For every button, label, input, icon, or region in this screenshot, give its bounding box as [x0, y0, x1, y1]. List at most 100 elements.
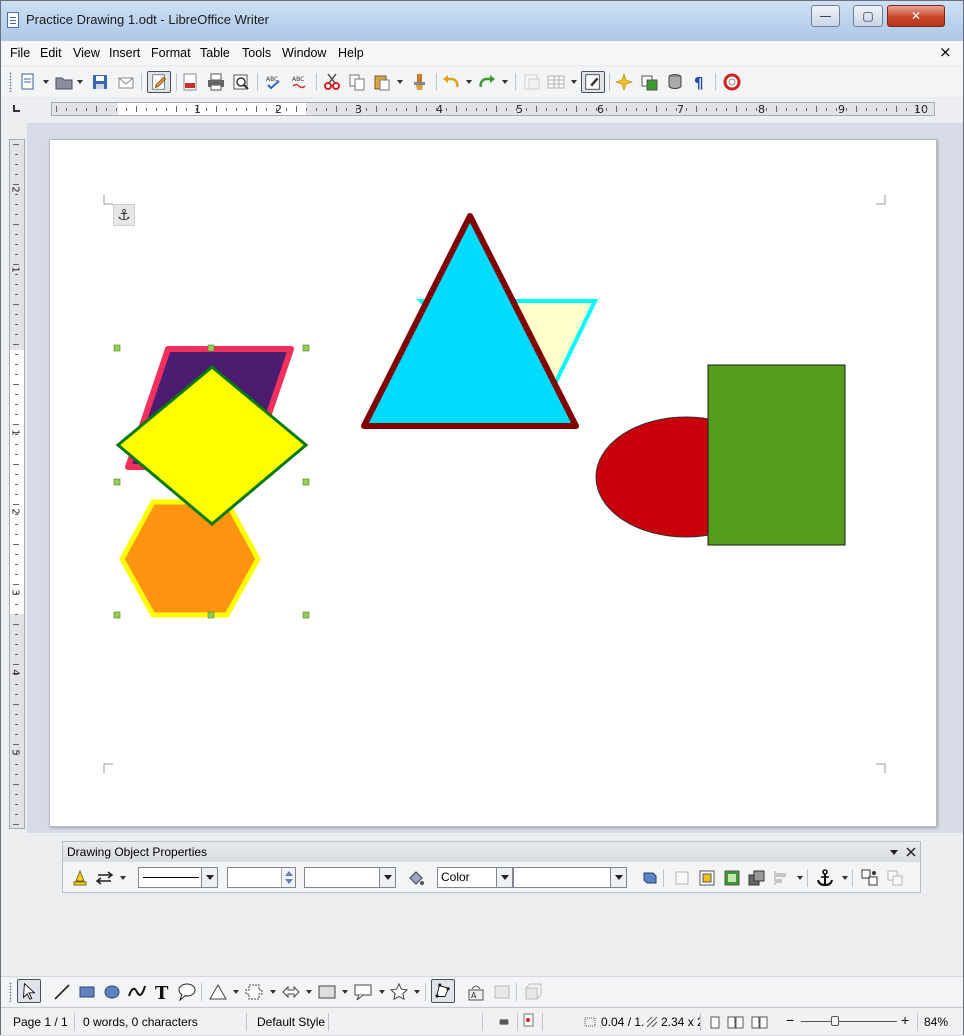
stars-dropdown-icon[interactable] — [414, 990, 420, 994]
zoom-out-button[interactable]: − — [786, 1012, 794, 1028]
document-modified-icon — [523, 1013, 534, 1027]
callouts-icon[interactable] — [353, 982, 373, 1002]
block-arrows-dropdown-icon[interactable] — [306, 990, 312, 994]
callouts-dropdown-icon[interactable] — [379, 990, 385, 994]
size-icon — [646, 1016, 658, 1028]
green-rectangle[interactable] — [707, 364, 846, 546]
line-tool-icon[interactable] — [52, 982, 72, 1002]
selection-handle[interactable] — [302, 611, 310, 619]
selection-handle[interactable] — [302, 478, 310, 486]
points-edit-icon[interactable] — [431, 979, 455, 1003]
toolbar-separator — [663, 869, 664, 887]
arrow-style-dropdown-icon[interactable] — [120, 876, 126, 880]
area-style-value: Color — [441, 870, 470, 884]
line-color-dropdown-button[interactable] — [379, 868, 395, 887]
area-style-dropdown-button[interactable] — [496, 868, 512, 887]
anchor-dropdown-icon[interactable] — [842, 876, 848, 880]
zoom-in-button[interactable]: + — [901, 1012, 909, 1028]
line-icon[interactable] — [71, 869, 89, 887]
drawing-object-properties-toolbar: Drawing Object Properties Color — [62, 841, 921, 893]
rectangle-tool-icon[interactable] — [77, 982, 97, 1002]
word-count[interactable]: 0 words, 0 characters — [79, 1013, 247, 1031]
toolbar-separator — [852, 869, 853, 887]
object-position[interactable]: 0.04 / 1.36 — [599, 1013, 645, 1031]
area-fill-bucket-icon[interactable] — [407, 869, 425, 887]
line-style-preview — [143, 877, 199, 878]
toolbar-title-bar[interactable]: Drawing Object Properties — [63, 842, 920, 862]
zoom-slider-thumb[interactable] — [831, 1016, 839, 1026]
zoom-level[interactable]: 84% — [917, 1013, 961, 1031]
line-style-dropdown-button[interactable] — [201, 868, 217, 887]
toolbar-separator — [201, 983, 202, 1001]
wrap-on-icon[interactable] — [698, 869, 716, 887]
symbol-shapes-dropdown-icon[interactable] — [270, 990, 276, 994]
anchor-icon[interactable] — [816, 869, 834, 887]
ellipse-tool-icon[interactable] — [102, 982, 122, 1002]
area-style-select[interactable]: Color — [437, 867, 513, 888]
page-style[interactable]: Default Style — [253, 1013, 329, 1031]
language-cell[interactable] — [333, 1013, 483, 1031]
callout-tool-icon[interactable] — [177, 982, 197, 1002]
text-tool-icon[interactable]: T — [152, 982, 172, 1002]
fontwork-gallery-icon[interactable]: A — [466, 982, 486, 1002]
toolbar-grip[interactable] — [9, 982, 12, 1002]
zoom-slider-track[interactable] — [801, 1021, 897, 1022]
basic-shapes-icon[interactable] — [208, 982, 228, 1002]
insert-mode-icon[interactable] — [487, 1013, 517, 1031]
selection-handle[interactable] — [113, 344, 121, 352]
selection-handle[interactable] — [113, 478, 121, 486]
wrap-through-icon[interactable] — [723, 869, 741, 887]
digital-signature-cell[interactable] — [547, 1013, 577, 1031]
extrusion-icon[interactable] — [523, 982, 543, 1002]
flowchart-icon[interactable] — [317, 982, 337, 1002]
align-dropdown-icon[interactable] — [797, 876, 803, 880]
status-bar: Page 1 / 1 0 words, 0 characters Default… — [1, 1007, 963, 1035]
ungroup-icon[interactable] — [886, 869, 904, 887]
toolbar-separator — [425, 983, 426, 1001]
spin-buttons[interactable] — [281, 868, 295, 887]
freeform-line-icon[interactable] — [127, 982, 147, 1002]
wrap-off-icon[interactable] — [673, 869, 691, 887]
svg-text:A: A — [471, 991, 477, 1000]
toolbar-separator — [516, 983, 517, 1001]
arrow-style-icon[interactable] — [96, 869, 114, 887]
spin-up-icon[interactable] — [285, 870, 293, 876]
area-fill-select[interactable] — [513, 867, 627, 888]
selection-handle[interactable] — [302, 344, 310, 352]
symbol-shapes-icon[interactable] — [244, 982, 264, 1002]
multi-page-view-icon[interactable] — [727, 1016, 745, 1030]
area-fill-dropdown-button[interactable] — [610, 868, 626, 887]
selection-handle[interactable] — [207, 611, 215, 619]
select-pointer-icon[interactable] — [17, 979, 41, 1003]
basic-shapes-dropdown-icon[interactable] — [233, 990, 239, 994]
stars-icon[interactable] — [389, 982, 409, 1002]
from-file-icon[interactable] — [492, 982, 512, 1002]
position-icon — [584, 1017, 596, 1027]
single-page-view-icon[interactable] — [709, 1016, 721, 1030]
toolbar-close-icon[interactable] — [905, 845, 917, 859]
spin-down-icon[interactable] — [285, 879, 293, 885]
selection-handle[interactable] — [113, 611, 121, 619]
line-width-spinner[interactable] — [227, 867, 296, 888]
book-view-icon[interactable] — [751, 1016, 769, 1030]
selection-handle[interactable] — [207, 344, 215, 352]
drawing-toolbar: T A — [1, 976, 963, 1006]
toolbar-title: Drawing Object Properties — [67, 845, 208, 859]
rotate-icon[interactable] — [641, 869, 659, 887]
toolbar-separator — [807, 869, 808, 887]
line-style-select[interactable] — [138, 867, 218, 888]
app-window: Practice Drawing 1.odt - LibreOffice Wri… — [0, 0, 964, 1035]
page-indicator[interactable]: Page 1 / 1 — [9, 1013, 75, 1031]
document-modified-cell[interactable] — [517, 1013, 543, 1031]
align-objects-icon[interactable] — [773, 869, 791, 887]
arrange-icon[interactable] — [748, 869, 766, 887]
block-arrows-icon[interactable] — [281, 982, 301, 1002]
properties-row: Color — [63, 864, 920, 892]
svg-text:T: T — [155, 983, 169, 1002]
group-icon[interactable] — [861, 869, 879, 887]
toolbar-options-icon[interactable] — [889, 845, 899, 859]
orange-hexagon[interactable] — [119, 499, 261, 618]
flowchart-dropdown-icon[interactable] — [342, 990, 348, 994]
line-color-select[interactable] — [304, 867, 396, 888]
object-size[interactable]: 2.34 x 2.55 — [659, 1013, 701, 1031]
